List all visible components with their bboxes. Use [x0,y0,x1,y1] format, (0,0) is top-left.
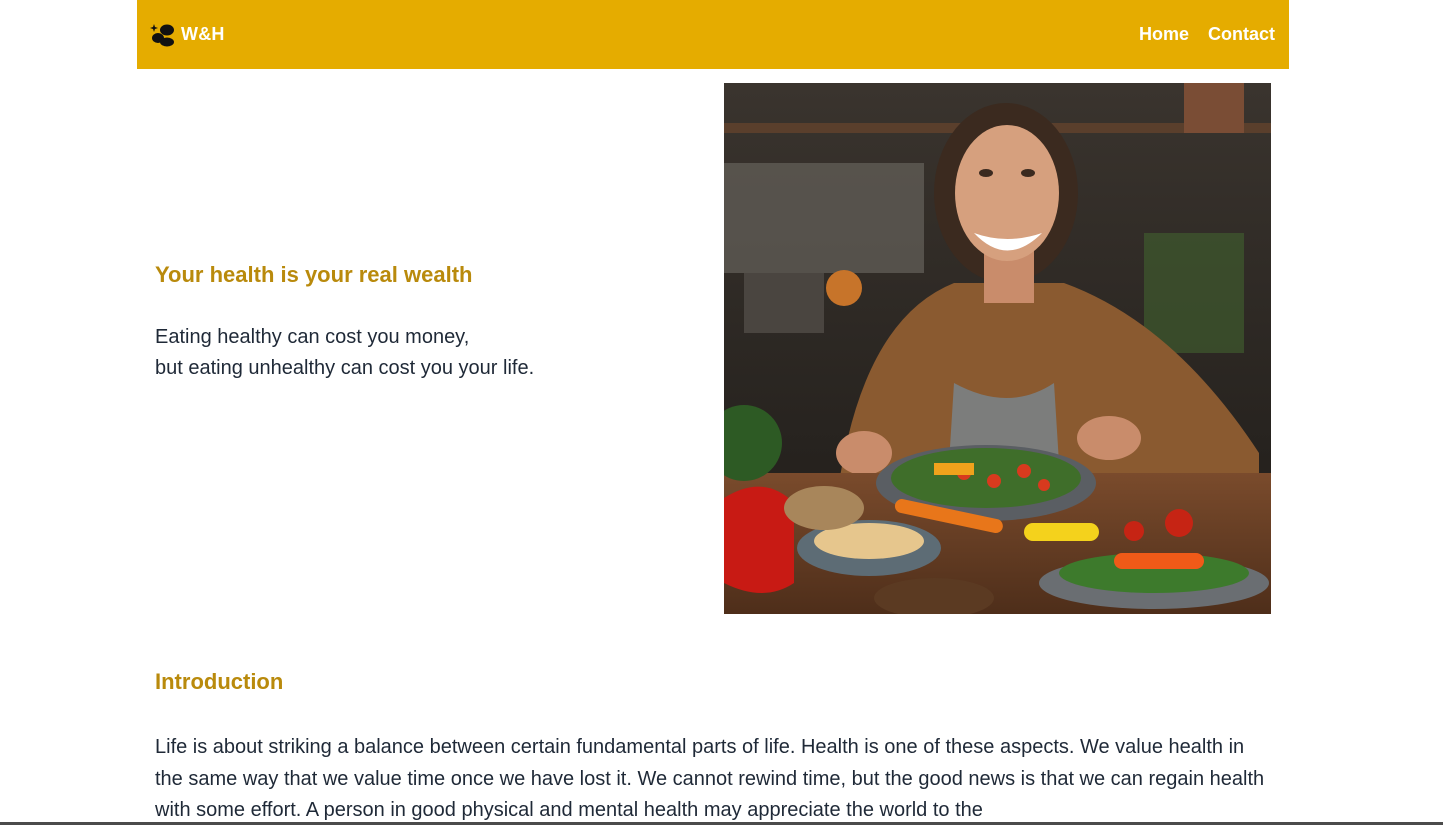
nav-link-home[interactable]: Home [1139,24,1189,45]
wellness-blob-icon [150,22,176,48]
hero-quote-line-2: but eating unhealthy can cost you your l… [155,357,535,379]
introduction-text: Life is about striking a balance between… [155,736,1265,821]
hero-quote: Eating healthy can cost you money, but e… [155,322,675,384]
hero-title: Your health is your real wealth [155,262,473,287]
hero-quote-line-1: Eating healthy can cost you money, [155,326,470,348]
hero-photo [724,83,1271,614]
brand[interactable]: W&H [150,22,225,48]
navbar: W&H Home Contact [137,0,1289,69]
hero-text: Your health is your real wealth Eating h… [155,262,675,384]
nav-links: Home Contact [1139,24,1275,45]
introduction-title: Introduction [155,669,284,694]
introduction-section: Introduction Life is about striking a ba… [155,669,1275,827]
nav-link-contact[interactable]: Contact [1208,24,1275,45]
brand-name: W&H [181,24,225,44]
